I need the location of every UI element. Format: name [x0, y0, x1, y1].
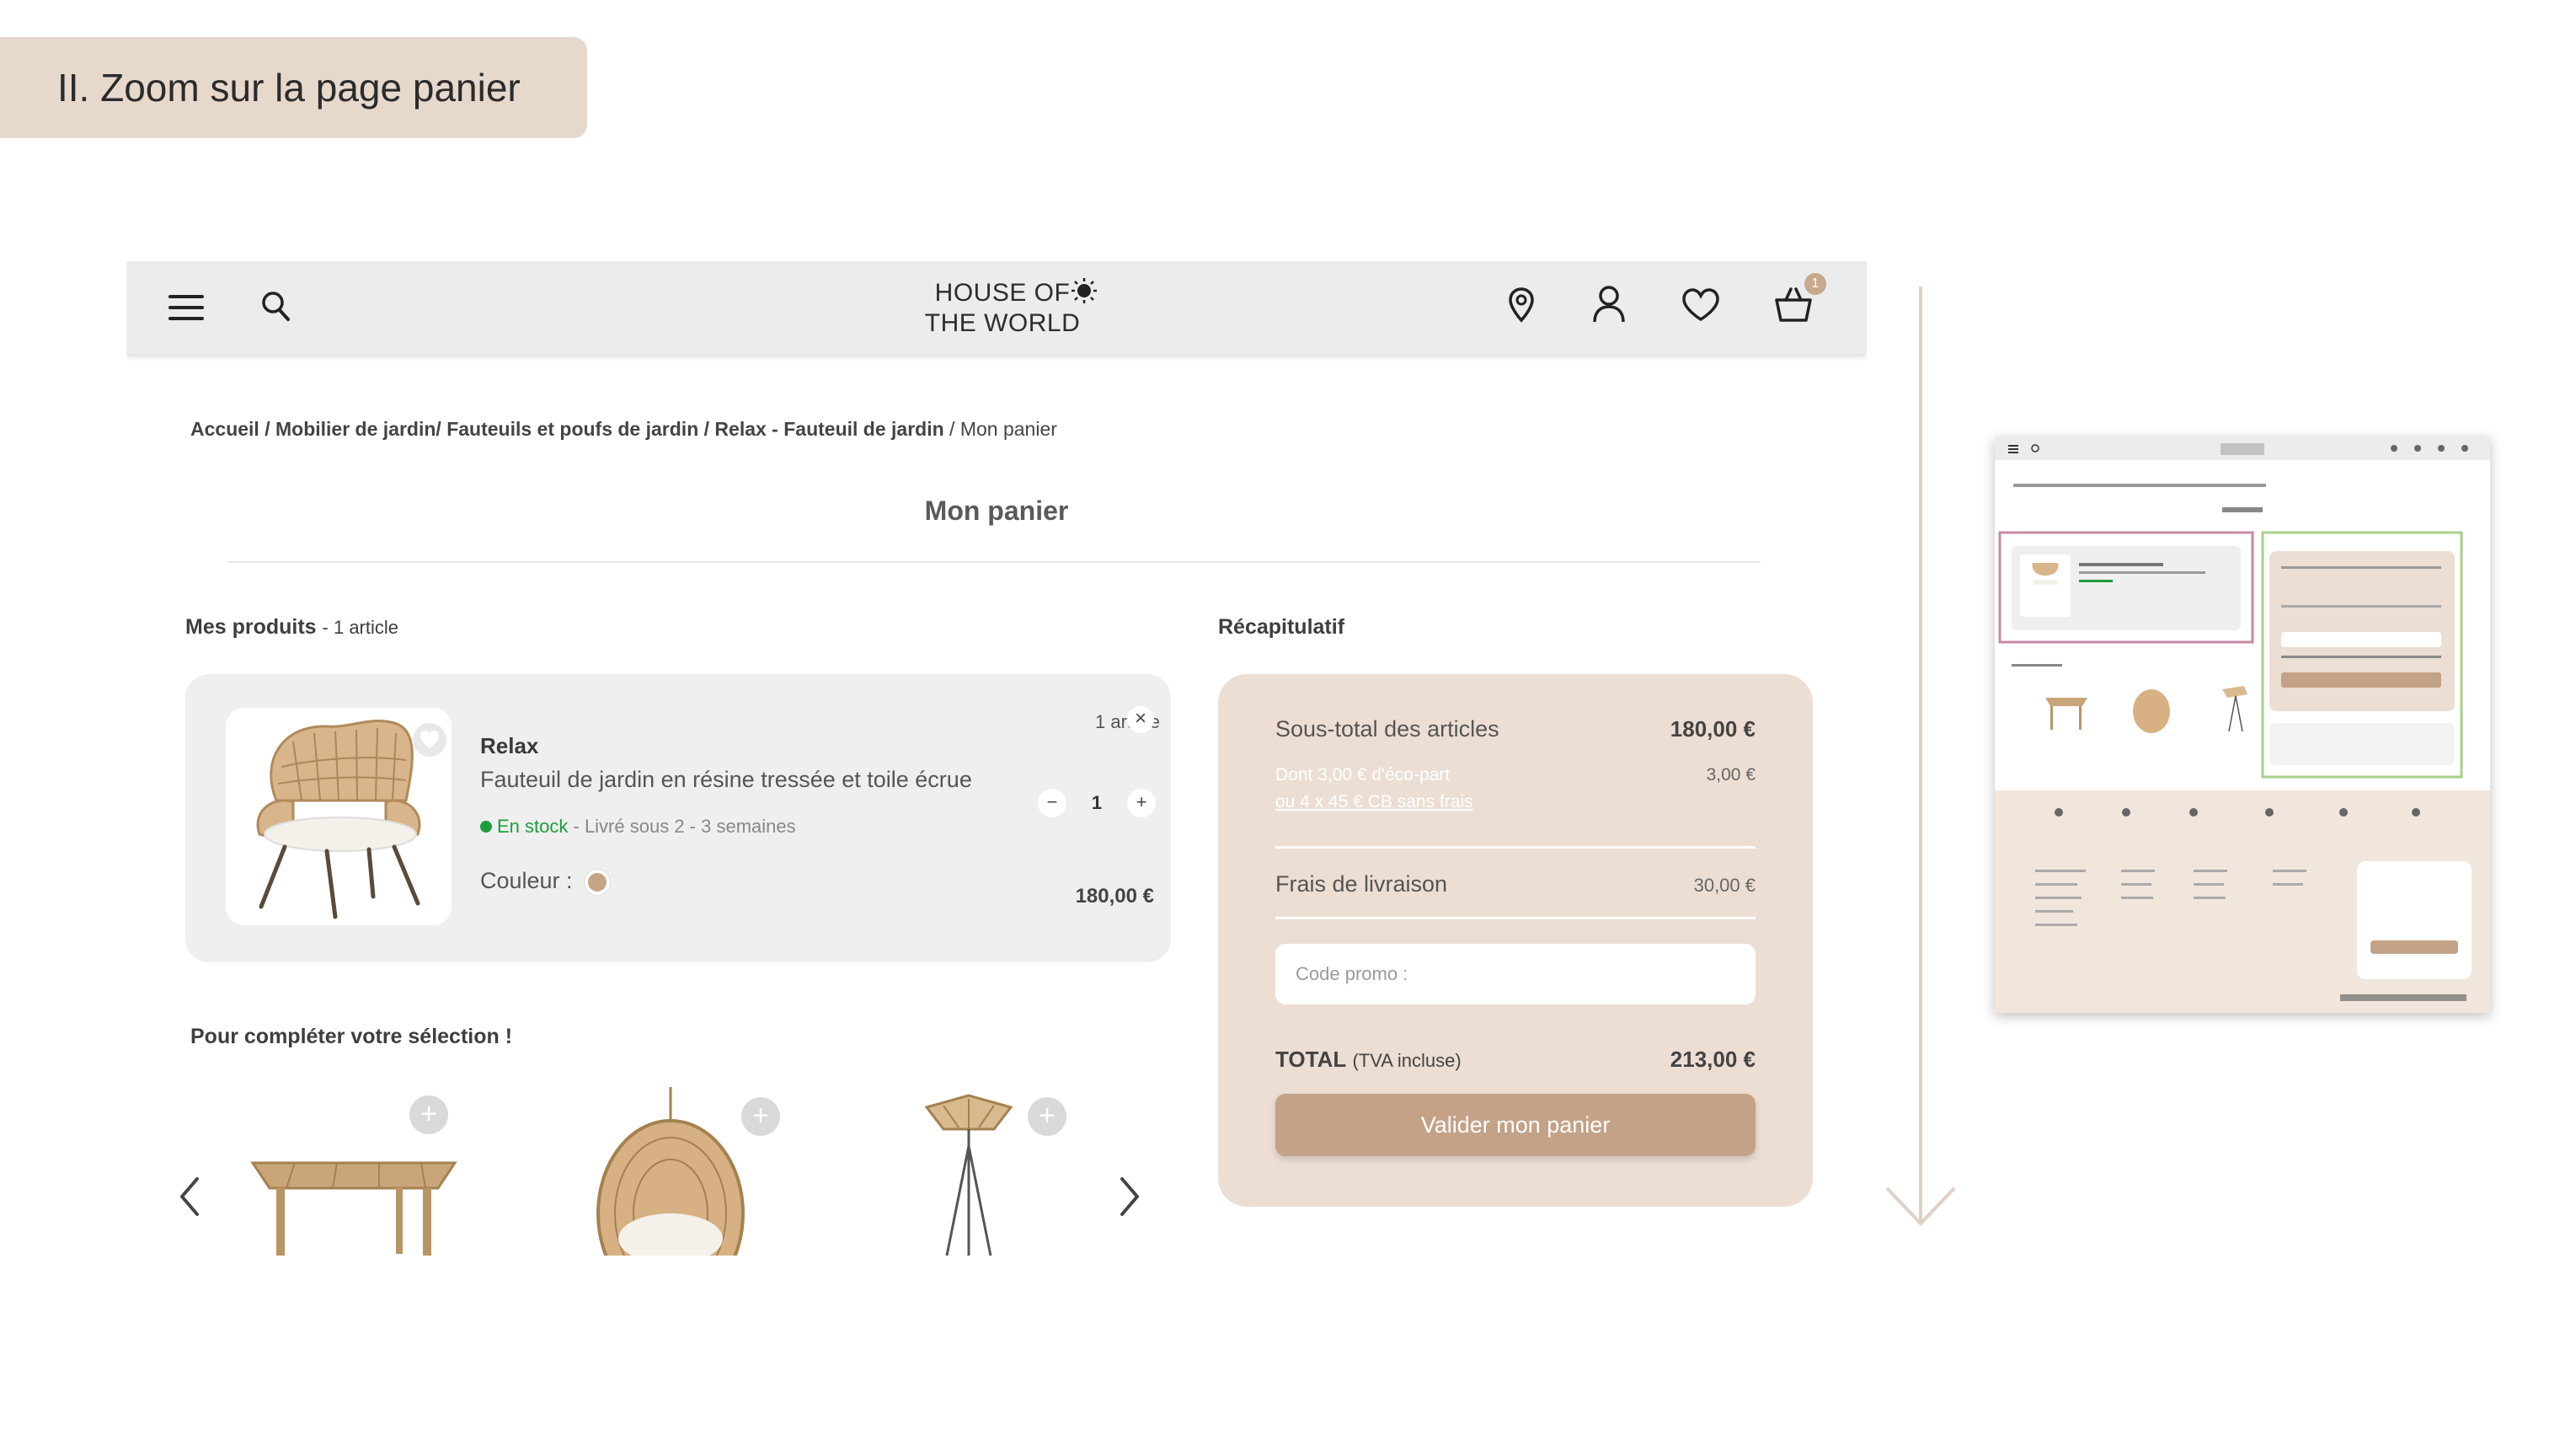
eco-part-value: 3,00 €	[1706, 765, 1756, 785]
site-logo[interactable]: HOUSE OF THE WORLD	[918, 278, 1098, 339]
title-divider	[227, 561, 1761, 563]
reco-item-table[interactable]: +	[227, 1087, 480, 1256]
floor-lamp-image	[924, 1094, 1013, 1256]
recommendations-carousel: + + +	[177, 1087, 1154, 1256]
site-header: HOUSE OF THE WORLD 1	[126, 261, 1867, 354]
stock-status: En stock - Livré sous 2 - 3 semaines	[480, 816, 796, 838]
add-reco-table-button[interactable]: +	[409, 1095, 448, 1134]
page-thumbnail-image	[1995, 436, 2490, 1013]
shipping-value: 30,00 €	[1693, 875, 1756, 896]
summary-divider	[1275, 917, 1756, 919]
validate-cart-button[interactable]: Valider mon panier	[1275, 1094, 1756, 1156]
summary-heading: Récapitulatif	[1218, 615, 1345, 639]
search-icon[interactable]	[261, 290, 291, 324]
order-summary-card: Sous-total des articles 180,00 € Dont 3,…	[1218, 674, 1813, 1207]
logo-line-2: THE WORLD	[924, 309, 1081, 337]
cart-page-mockup: HOUSE OF THE WORLD 1 Accueil / Mobilier …	[126, 261, 1867, 1256]
logo-line-1: HOUSE OF	[934, 279, 1071, 307]
quantity-stepper: − 1 +	[1038, 789, 1156, 819]
eco-part-label: Dont 3,00 € d'éco-part	[1275, 765, 1451, 785]
summary-divider	[1275, 846, 1756, 849]
decrease-qty-button[interactable]: −	[1038, 789, 1066, 817]
breadcrumb-link-product[interactable]: Relax - Fauteuil de jardin	[714, 418, 943, 440]
location-pin-icon[interactable]	[1508, 287, 1535, 324]
products-count: - 1 article	[322, 617, 399, 638]
scroll-down-arrow-icon	[1885, 287, 1956, 1226]
item-wishlist-button[interactable]	[413, 723, 446, 757]
wishlist-heart-icon[interactable]	[1681, 288, 1720, 322]
stock-dot-icon	[480, 821, 492, 833]
delivery-time: - Livré sous 2 - 3 semaines	[573, 816, 796, 837]
installments-link[interactable]: ou 4 x 45 € CB sans frais	[1275, 792, 1473, 812]
products-heading-text: Mes produits	[185, 615, 317, 639]
user-icon[interactable]	[1592, 285, 1626, 324]
add-reco-lamp-button[interactable]: +	[1028, 1097, 1066, 1136]
reco-item-floor-lamp[interactable]: +	[876, 1087, 1129, 1256]
breadcrumb-current: Mon panier	[959, 418, 1057, 440]
increase-qty-button[interactable]: +	[1127, 789, 1156, 817]
color-selector: Couleur :	[480, 868, 610, 895]
add-reco-hanging-chair-button[interactable]: +	[741, 1097, 780, 1136]
page-title: Mon panier	[924, 495, 1069, 526]
breadcrumb: Accueil / Mobilier de jardin/ Fauteuils …	[190, 418, 1057, 440]
slide-section-title: II. Zoom sur la page panier	[0, 37, 587, 138]
breadcrumb-link-garden[interactable]: Mobilier de jardin	[275, 418, 436, 440]
stock-label: En stock	[497, 816, 569, 837]
carousel-prev-arrow-icon[interactable]	[177, 1176, 202, 1218]
breadcrumb-link-home[interactable]: Accueil	[190, 418, 259, 440]
minus-icon: −	[1046, 791, 1058, 812]
menu-icon[interactable]	[168, 293, 204, 322]
product-image[interactable]	[226, 708, 452, 925]
products-heading: Mes produits - 1 article	[185, 615, 398, 640]
cart-item-card: Relax Fauteuil de jardin en résine tress…	[185, 674, 1171, 962]
plus-icon: +	[1136, 791, 1147, 812]
remove-item-button[interactable]: ×	[1127, 706, 1154, 733]
color-swatch[interactable]	[584, 870, 610, 895]
subtotal-label: Sous-total des articles	[1275, 716, 1499, 742]
total-label: TOTAL	[1275, 1047, 1347, 1072]
color-label: Couleur :	[480, 868, 573, 893]
promo-code-input[interactable]	[1275, 944, 1756, 1004]
item-price: 180,00 €	[1075, 885, 1154, 908]
quantity-value: 1	[1091, 792, 1103, 813]
subtotal-value: 180,00 €	[1670, 716, 1756, 742]
shipping-label: Frais de livraison	[1275, 871, 1448, 897]
breadcrumb-link-armchairs[interactable]: Fauteuils et poufs de jardin	[446, 418, 698, 440]
full-page-thumbnail	[1995, 436, 2490, 1013]
heart-icon	[420, 731, 439, 748]
product-name[interactable]: Relax	[480, 733, 538, 759]
total-note: (TVA incluse)	[1352, 1050, 1462, 1071]
cart-count-badge: 1	[1804, 273, 1826, 295]
basket-icon[interactable]	[1774, 287, 1813, 324]
product-description: Fauteuil de jardin en résine tressée et …	[480, 767, 972, 792]
recommendations-heading: Pour compléter votre sélection !	[190, 1025, 513, 1048]
close-icon: ×	[1134, 707, 1146, 730]
plus-icon: +	[420, 1098, 437, 1130]
carousel-next-arrow-icon[interactable]	[1117, 1176, 1142, 1218]
plus-icon: +	[752, 1100, 769, 1132]
plus-icon: +	[1039, 1100, 1056, 1132]
reco-item-hanging-chair[interactable]: +	[564, 1087, 817, 1256]
total-value: 213,00 €	[1670, 1047, 1756, 1072]
sun-icon	[1072, 278, 1098, 303]
